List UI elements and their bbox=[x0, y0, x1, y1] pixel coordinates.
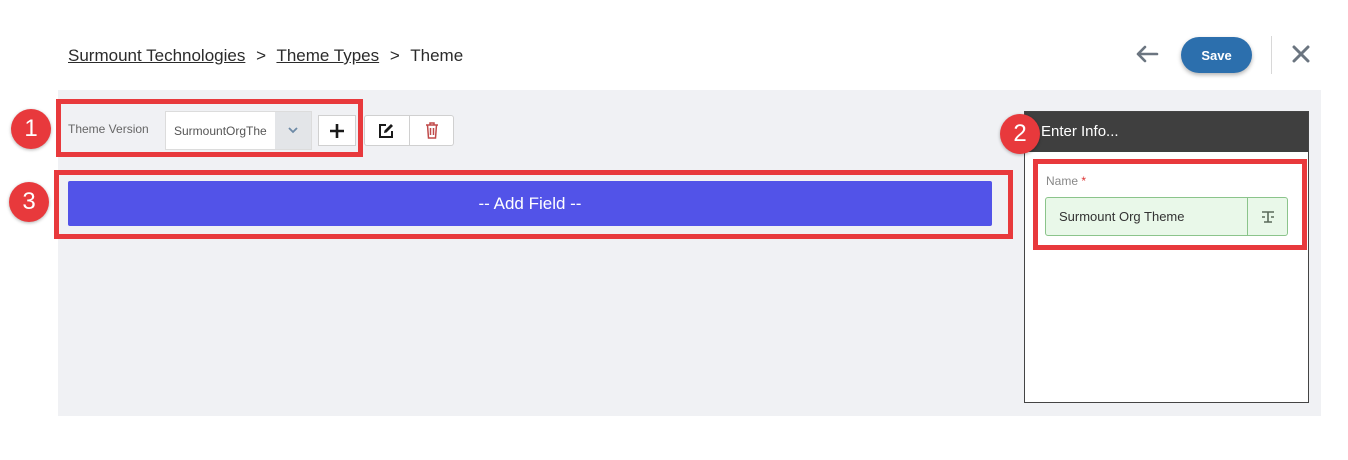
save-button[interactable]: Save bbox=[1181, 37, 1252, 73]
name-label-text: Name bbox=[1046, 174, 1079, 188]
required-marker: * bbox=[1081, 174, 1087, 188]
theme-version-label: Theme Version bbox=[68, 122, 149, 136]
annotation-badge-1: 1 bbox=[11, 109, 51, 149]
breadcrumb-separator: > bbox=[256, 46, 267, 65]
breadcrumb-link-theme-types[interactable]: Theme Types bbox=[276, 46, 379, 65]
breadcrumb: Surmount Technologies > Theme Types > Th… bbox=[68, 46, 463, 66]
annotation-badge-3: 3 bbox=[9, 182, 49, 222]
header-divider bbox=[1271, 36, 1272, 74]
name-input[interactable]: Surmount Org Theme bbox=[1046, 198, 1247, 235]
arrow-left-icon bbox=[1136, 45, 1159, 63]
close-button[interactable] bbox=[1289, 41, 1313, 67]
breadcrumb-link-surmount[interactable]: Surmount Technologies bbox=[68, 46, 245, 65]
plus-icon bbox=[330, 123, 344, 138]
text-format-icon bbox=[1261, 210, 1274, 223]
name-label: Name * bbox=[1046, 174, 1086, 188]
back-button[interactable] bbox=[1132, 40, 1162, 68]
delete-version-button[interactable] bbox=[410, 115, 454, 146]
add-version-button[interactable] bbox=[318, 115, 356, 146]
add-field-button[interactable]: -- Add Field -- bbox=[68, 181, 992, 226]
edit-version-button[interactable] bbox=[364, 115, 410, 146]
theme-version-select[interactable]: SurmountOrgThe bbox=[165, 111, 312, 150]
edit-icon bbox=[379, 123, 393, 138]
text-format-button[interactable] bbox=[1247, 198, 1287, 235]
enter-info-panel: Enter Info... Name * Surmount Org Theme bbox=[1024, 111, 1309, 403]
dropdown-toggle[interactable] bbox=[274, 112, 311, 149]
name-field[interactable]: Surmount Org Theme bbox=[1045, 197, 1288, 236]
annotation-badge-2: 2 bbox=[1000, 114, 1040, 154]
chevron-down-icon bbox=[288, 127, 298, 134]
close-icon bbox=[1292, 45, 1310, 63]
theme-version-value: SurmountOrgThe bbox=[174, 124, 267, 138]
breadcrumb-separator: > bbox=[389, 46, 400, 65]
panel-title: Enter Info... bbox=[1025, 112, 1308, 152]
breadcrumb-current: Theme bbox=[410, 46, 464, 65]
trash-icon bbox=[425, 122, 438, 139]
